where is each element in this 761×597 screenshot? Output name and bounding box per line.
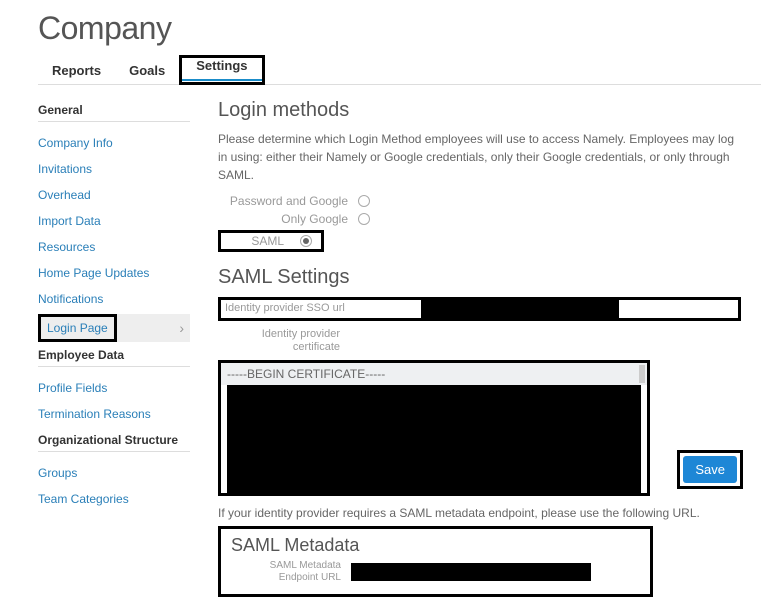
radio-label-saml: SAML [224, 234, 294, 248]
sidebar-item-termination-reasons[interactable]: Termination Reasons [38, 401, 190, 427]
metadata-endpoint-label: SAML Metadata Endpoint URL [231, 560, 351, 584]
sso-url-label: Identity provider SSO url [221, 300, 421, 318]
sidebar-heading-general: General [38, 103, 190, 122]
sidebar-item-notifications[interactable]: Notifications [38, 286, 190, 312]
sidebar-item-profile-fields[interactable]: Profile Fields [38, 375, 190, 401]
sidebar-item-groups[interactable]: Groups [38, 460, 190, 486]
radio-pw-google[interactable] [358, 195, 370, 207]
saml-metadata-box: SAML Metadata SAML Metadata Endpoint URL [218, 526, 653, 597]
saml-settings-title: SAML Settings [218, 266, 741, 289]
sidebar-heading-org: Organizational Structure [38, 433, 190, 452]
cert-value-redacted[interactable] [221, 385, 647, 493]
cert-begin-line[interactable]: -----BEGIN CERTIFICATE----- [221, 363, 647, 385]
page-title: Company [38, 10, 761, 47]
save-button[interactable]: Save [683, 456, 737, 483]
sidebar-item-label: Login Page [41, 317, 114, 339]
save-button-box: Save [677, 450, 743, 489]
login-methods-help: Please determine which Login Method empl… [218, 130, 741, 184]
saml-metadata-title: SAML Metadata [231, 535, 640, 556]
radio-saml[interactable] [300, 235, 312, 247]
sidebar: General Company Info Invitations Overhea… [38, 97, 190, 597]
radio-label-only-google: Only Google [218, 212, 358, 226]
metadata-help-text: If your identity provider requires a SAM… [218, 506, 741, 520]
login-method-radios: Password and Google Only Google SAML [218, 194, 741, 252]
sidebar-item-home-page-updates[interactable]: Home Page Updates [38, 260, 190, 286]
sso-url-value-redacted[interactable] [421, 300, 619, 318]
tab-settings[interactable]: Settings [182, 50, 261, 81]
chevron-right-icon: › [179, 320, 184, 336]
tab-goals[interactable]: Goals [115, 55, 179, 84]
sidebar-item-team-categories[interactable]: Team Categories [38, 486, 190, 512]
tabs: Reports Goals Settings [38, 55, 761, 85]
sidebar-item-login-page[interactable]: Login Page › [38, 314, 190, 342]
radio-label-pw-google: Password and Google [218, 194, 358, 208]
main-content: Login methods Please determine which Log… [218, 97, 761, 597]
tab-reports[interactable]: Reports [38, 55, 115, 84]
sidebar-item-company-info[interactable]: Company Info [38, 130, 190, 156]
sso-url-field-box: Identity provider SSO url [218, 297, 741, 321]
sidebar-item-import-data[interactable]: Import Data [38, 208, 190, 234]
cert-textarea-box: -----BEGIN CERTIFICATE----- [218, 360, 650, 496]
cert-label: Identity provider certificate [218, 325, 348, 354]
spacer [619, 300, 629, 318]
sidebar-item-invitations[interactable]: Invitations [38, 156, 190, 182]
radio-only-google[interactable] [358, 213, 370, 225]
metadata-endpoint-value-redacted [351, 563, 591, 581]
sidebar-heading-employee: Employee Data [38, 348, 190, 367]
sidebar-item-resources[interactable]: Resources [38, 234, 190, 260]
login-methods-title: Login methods [218, 99, 741, 122]
scrollbar[interactable] [639, 365, 645, 383]
sidebar-item-overhead[interactable]: Overhead [38, 182, 190, 208]
